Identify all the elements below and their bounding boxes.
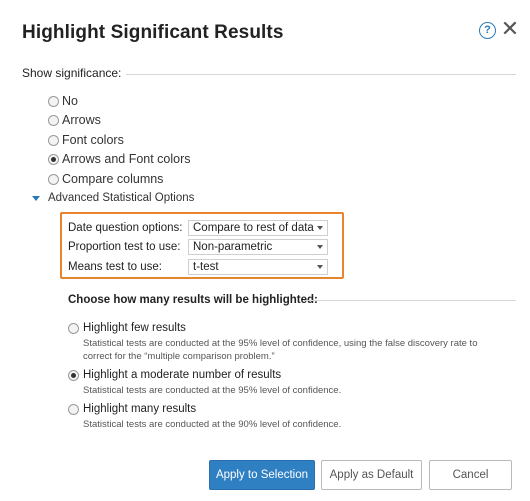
advanced-options-label: Advanced Statistical Options [48,192,195,204]
radio-option-compare-columns[interactable]: Compare columns [48,170,163,188]
highlight-amount-label: Choose how many results will be highligh… [68,294,318,306]
radio-button[interactable] [48,173,59,185]
close-icon[interactable]: ✕ [500,18,520,40]
means-test-label: Means test to use: [68,261,162,273]
radio-button[interactable] [48,114,59,126]
apply-as-default-button[interactable]: Apply as Default [321,460,422,490]
radio-button[interactable] [48,95,59,107]
date-question-select[interactable]: Compare to rest of data [188,220,328,236]
select-value: Compare to rest of data [193,222,314,234]
show-significance-label: Show significance: [22,66,122,80]
option-title: Highlight many results [83,403,197,415]
radio-label: Arrows and Font colors [62,152,191,166]
highlight-option-moderate[interactable]: Highlight a moderate number of results S… [68,367,508,398]
highlight-option-few[interactable]: Highlight few results Statistical tests … [68,320,508,363]
radio-label: Font colors [62,133,124,147]
apply-to-selection-button[interactable]: Apply to Selection [209,460,315,490]
advanced-options-panel: Date question options: Compare to rest o… [60,212,344,279]
radio-button-selected[interactable] [68,369,79,381]
radio-option-no[interactable]: No [48,92,78,110]
radio-button[interactable] [48,134,59,146]
date-question-label: Date question options: [68,222,183,234]
radio-label: Compare columns [62,172,164,186]
proportion-test-label: Proportion test to use: [68,241,181,253]
highlight-option-many[interactable]: Highlight many results Statistical tests… [68,401,508,432]
section-divider [304,300,516,301]
radio-label: Arrows [62,113,101,127]
dropdown-arrow-icon [317,226,323,230]
option-description: Statistical tests are conducted at the 9… [83,419,342,430]
select-value: Non-parametric [193,241,273,253]
expand-triangle-icon [32,195,40,201]
radio-option-font-colors[interactable]: Font colors [48,131,124,149]
radio-button[interactable] [68,322,79,334]
radio-button-selected[interactable] [48,153,59,165]
proportion-test-select[interactable]: Non-parametric [188,239,328,255]
option-description: Statistical tests are conducted at the 9… [83,385,342,396]
dropdown-arrow-icon [317,245,323,249]
select-value: t-test [193,261,219,273]
option-title: Highlight few results [83,322,186,334]
radio-button[interactable] [68,403,79,415]
option-title: Highlight a moderate number of results [83,369,282,381]
radio-option-arrows[interactable]: Arrows [48,111,101,129]
cancel-button[interactable]: Cancel [429,460,512,490]
option-description: Statistical tests are conducted at the 9… [83,338,478,362]
radio-option-arrows-and-font-colors[interactable]: Arrows and Font colors [48,150,191,168]
advanced-options-toggle[interactable]: Advanced Statistical Options [32,192,194,204]
help-icon[interactable]: ? [479,22,496,39]
dropdown-arrow-icon [317,265,323,269]
means-test-select[interactable]: t-test [188,259,328,275]
section-divider [126,74,516,75]
dialog-title: Highlight Significant Results [22,22,284,43]
radio-label: No [62,94,78,108]
